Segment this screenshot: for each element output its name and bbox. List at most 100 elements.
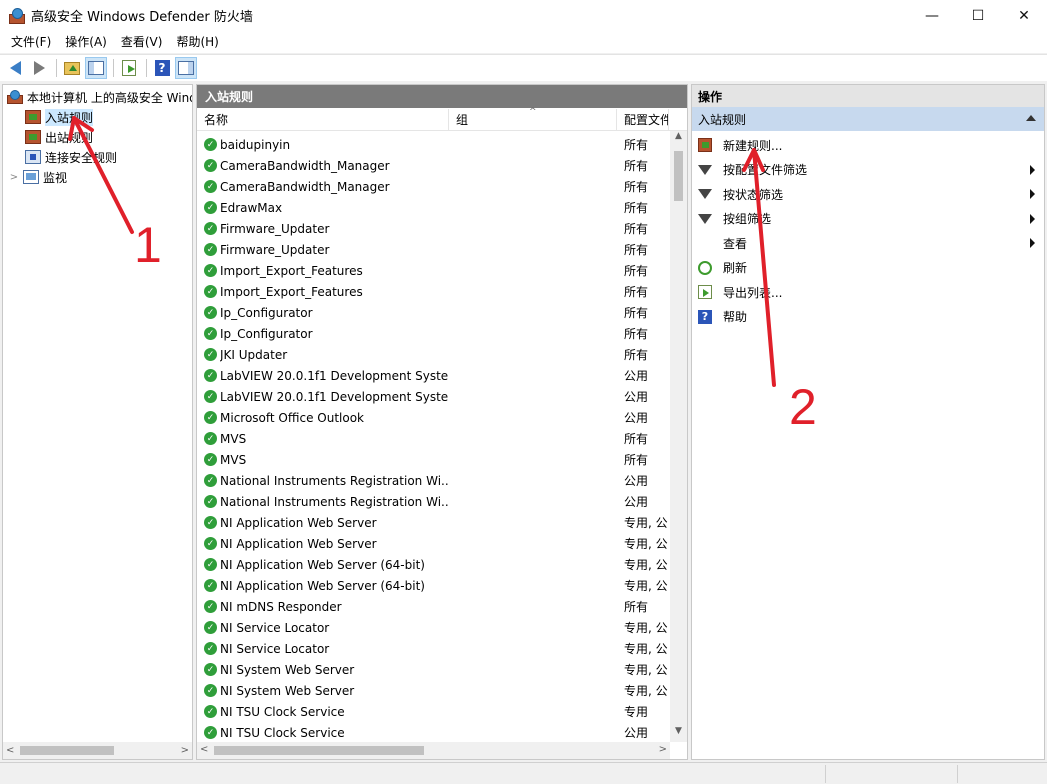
table-row[interactable]: ✓ EdrawMax 所有: [197, 197, 669, 218]
action-item[interactable]: 按组筛选: [692, 207, 1044, 231]
help-icon: ?: [698, 309, 712, 324]
close-button[interactable]: ✕: [1001, 0, 1047, 31]
status-divider: [957, 765, 958, 783]
menu-action[interactable]: 操作(A): [58, 31, 114, 53]
action-item[interactable]: 导出列表...: [692, 280, 1044, 304]
rule-enabled-check-icon: ✓: [204, 537, 217, 550]
table-row[interactable]: ✓ NI Application Web Server 专用, 公: [197, 512, 669, 533]
menu-help[interactable]: 帮助(H): [169, 31, 225, 53]
table-row[interactable]: ✓ Import_Export_Features 所有: [197, 260, 669, 281]
filter-icon: [698, 213, 712, 224]
firewall-app-icon: [9, 7, 25, 24]
show-action-pane-button[interactable]: [175, 57, 197, 79]
export-list-button[interactable]: [118, 57, 140, 79]
scroll-thumb[interactable]: [674, 151, 683, 201]
rule-profile: 专用, 公: [624, 663, 668, 677]
table-row[interactable]: ✓ CameraBandwidth_Manager 所有: [197, 176, 669, 197]
rule-name: NI Service Locator: [220, 620, 330, 635]
scroll-right-icon[interactable]: >: [181, 745, 189, 756]
scroll-left-icon[interactable]: <: [6, 745, 14, 756]
table-row[interactable]: ✓ baidupinyin 所有: [197, 134, 669, 155]
table-row[interactable]: ✓ CameraBandwidth_Manager 所有: [197, 155, 669, 176]
rule-enabled-check-icon: ✓: [204, 453, 217, 466]
rule-profile: 专用, 公: [624, 621, 668, 635]
scroll-thumb[interactable]: [20, 746, 114, 755]
action-item-label: 刷新: [723, 261, 748, 275]
tree-horizontal-scrollbar[interactable]: < >: [3, 742, 192, 759]
column-headers: 名称 组 配置文件 ^: [197, 107, 687, 131]
list-vertical-scrollbar[interactable]: ▲ ▼: [670, 131, 687, 742]
tree-item-connection-security[interactable]: 连接安全规则: [25, 147, 117, 167]
forward-button[interactable]: [28, 57, 50, 79]
rule-profile: 所有: [624, 180, 649, 194]
actions-section-inbound[interactable]: 入站规则: [692, 107, 1044, 131]
tree-item-inbound-rules[interactable]: 入站规则: [25, 107, 94, 127]
action-item[interactable]: 查看: [692, 231, 1044, 255]
table-row[interactable]: ✓ Ip_Configurator 所有: [197, 323, 669, 344]
table-row[interactable]: ✓ NI Service Locator 专用, 公: [197, 638, 669, 659]
table-row[interactable]: ✓ MVS 所有: [197, 449, 669, 470]
action-item[interactable]: 刷新: [692, 256, 1044, 280]
scroll-down-icon[interactable]: ▼: [670, 726, 687, 742]
expand-chevron-icon[interactable]: >: [9, 172, 19, 183]
scroll-thumb[interactable]: [214, 746, 424, 755]
show-tree-button[interactable]: [85, 57, 107, 79]
table-row[interactable]: ✓ LabVIEW 20.0.1f1 Development Syste... 公用: [197, 365, 669, 386]
firewall-root-icon: [7, 90, 23, 104]
table-row[interactable]: ✓ Firmware_Updater 所有: [197, 218, 669, 239]
action-item[interactable]: 按状态筛选: [692, 182, 1044, 206]
menu-view[interactable]: 查看(V): [114, 31, 170, 53]
table-row[interactable]: ✓ National Instruments Registration Wi...…: [197, 491, 669, 512]
scroll-up-icon[interactable]: ▲: [670, 131, 687, 147]
tree-item-outbound-rules[interactable]: 出站规则: [25, 127, 93, 147]
up-level-button[interactable]: [61, 57, 83, 79]
table-row[interactable]: ✓ National Instruments Registration Wi...…: [197, 470, 669, 491]
maximize-button[interactable]: ☐: [955, 0, 1001, 31]
minimize-button[interactable]: —: [909, 0, 955, 31]
table-row[interactable]: ✓ Firmware_Updater 所有: [197, 239, 669, 260]
table-row[interactable]: ✓ NI Application Web Server (64-bit) 专用, 公: [197, 554, 669, 575]
table-row[interactable]: ✓ JKI Updater 所有: [197, 344, 669, 365]
table-row[interactable]: ✓ Import_Export_Features 所有: [197, 281, 669, 302]
action-item[interactable]: 新建规则...: [692, 133, 1044, 157]
table-row[interactable]: ✓ MVS 所有: [197, 428, 669, 449]
table-row[interactable]: ✓ NI Application Web Server (64-bit) 专用, 公: [197, 575, 669, 596]
help-button[interactable]: ?: [151, 57, 173, 79]
action-item[interactable]: 按配置文件筛选: [692, 158, 1044, 182]
table-row[interactable]: ✓ NI Service Locator 专用, 公: [197, 617, 669, 638]
table-row[interactable]: ✓ NI System Web Server 专用, 公: [197, 680, 669, 701]
collapse-arrow-icon[interactable]: [1026, 115, 1036, 121]
scroll-right-icon[interactable]: >: [659, 744, 667, 755]
rule-profile: 所有: [624, 306, 649, 320]
table-row[interactable]: ✓ NI TSU Clock Service 专用: [197, 701, 669, 722]
rule-profile: 所有: [624, 453, 649, 467]
rule-enabled-check-icon: ✓: [204, 495, 217, 508]
rule-profile: 所有: [624, 432, 649, 446]
menu-file[interactable]: 文件(F): [4, 31, 58, 53]
menu-bar: 文件(F) 操作(A) 查看(V) 帮助(H): [0, 31, 1047, 53]
rule-profile: 所有: [624, 285, 649, 299]
table-row[interactable]: ✓ Microsoft Office Outlook 公用: [197, 407, 669, 428]
rule-enabled-check-icon: ✓: [204, 579, 217, 592]
tree-item-monitor[interactable]: > 监视: [9, 167, 67, 187]
rule-profile: 所有: [624, 222, 649, 236]
rule-profile: 公用: [624, 495, 649, 509]
action-item[interactable]: ? 帮助: [692, 305, 1044, 329]
outbound-rules-icon: [25, 130, 41, 144]
export-icon: [122, 60, 136, 76]
table-row[interactable]: ✓ NI Application Web Server 专用, 公: [197, 533, 669, 554]
table-row[interactable]: ✓ NI TSU Clock Service 公用: [197, 722, 669, 743]
forward-arrow-icon: [33, 61, 45, 75]
table-row[interactable]: ✓ NI System Web Server 专用, 公: [197, 659, 669, 680]
rule-enabled-check-icon: ✓: [204, 390, 217, 403]
back-button[interactable]: [4, 57, 26, 79]
table-row[interactable]: ✓ Ip_Configurator 所有: [197, 302, 669, 323]
column-header-profile[interactable]: 配置文件: [617, 109, 669, 131]
list-horizontal-scrollbar[interactable]: < >: [197, 742, 670, 759]
tree-root[interactable]: 本地计算机 上的高级安全 Windows Defender 防火墙: [7, 87, 192, 107]
table-row[interactable]: ✓ NI mDNS Responder 所有: [197, 596, 669, 617]
column-header-name[interactable]: 名称: [197, 109, 449, 131]
status-divider: [825, 765, 826, 783]
table-row[interactable]: ✓ LabVIEW 20.0.1f1 Development Syste... 公用: [197, 386, 669, 407]
scroll-left-icon[interactable]: <: [200, 744, 208, 755]
